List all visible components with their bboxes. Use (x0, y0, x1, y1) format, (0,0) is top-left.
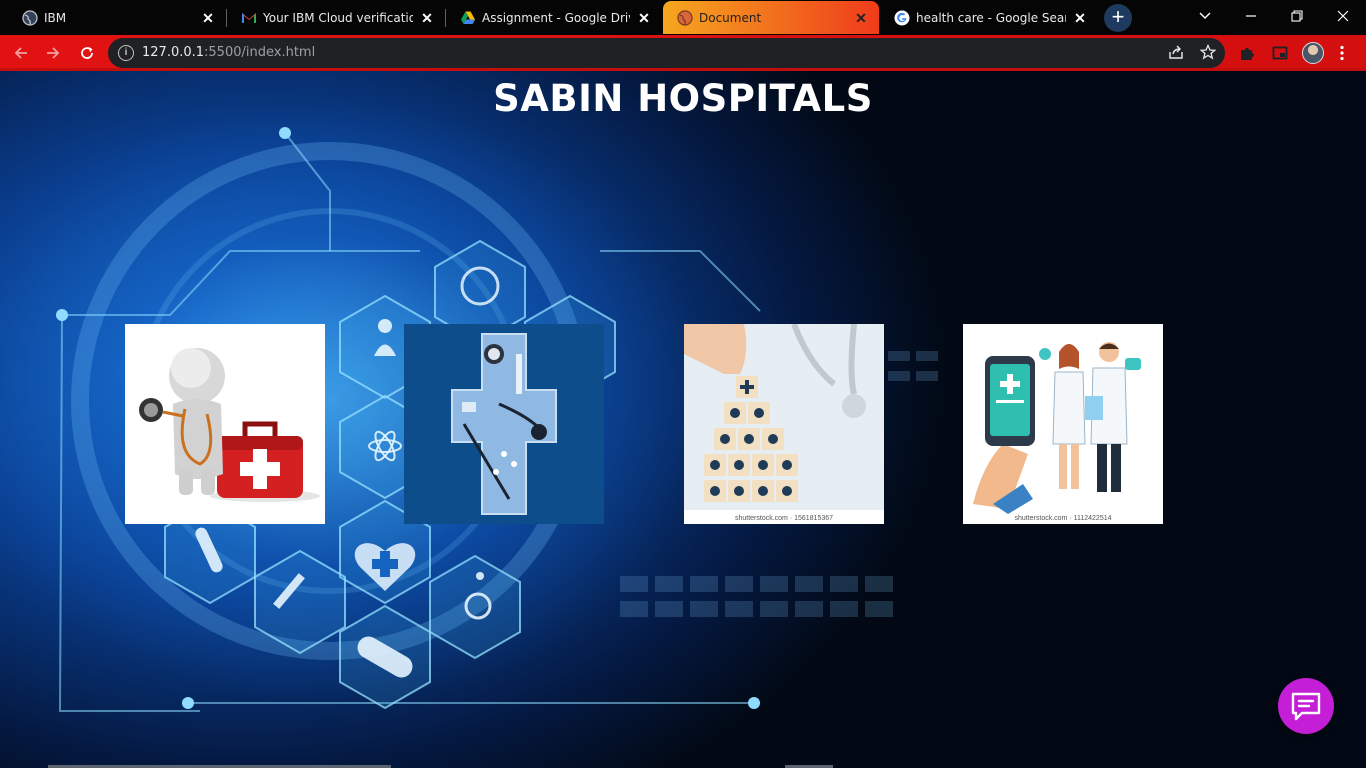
image-caption: shutterstock.com · 1561815367 (735, 515, 833, 522)
tab-google-search[interactable]: health care - Google Search ✕ (880, 1, 1098, 34)
new-tab-button[interactable]: + (1104, 4, 1132, 32)
share-button[interactable] (1167, 44, 1185, 62)
tab-title: IBM (44, 11, 67, 25)
tab-title: Your IBM Cloud verification c (263, 11, 413, 25)
close-tab-icon[interactable]: ✕ (636, 10, 652, 26)
forward-button[interactable] (40, 40, 66, 66)
close-tab-icon[interactable]: ✕ (419, 10, 435, 26)
restore-icon (1291, 10, 1303, 22)
globe-icon (22, 10, 38, 26)
reload-icon (81, 47, 93, 59)
tab-gmail[interactable]: Your IBM Cloud verification c ✕ (227, 1, 446, 34)
profile-avatar[interactable] (1302, 42, 1324, 64)
arrow-right-icon (47, 47, 60, 59)
menu-button[interactable] (1332, 43, 1352, 63)
healthcare-blocks-image: shutterstock.com · 1561815367 (684, 324, 884, 524)
image-card-medical-cross (404, 324, 604, 524)
close-tab-icon[interactable]: ✕ (200, 10, 216, 26)
tab-strip: IBM ✕ Your IBM Cloud verification c ✕ As… (0, 0, 1366, 35)
close-window-button[interactable] (1320, 0, 1366, 32)
chevron-down-icon (1199, 12, 1211, 19)
globe-icon (677, 10, 693, 26)
chat-button[interactable] (1278, 678, 1334, 734)
url-host: 127.0.0.1 (142, 45, 205, 60)
restore-button[interactable] (1274, 0, 1320, 32)
puzzle-icon (1241, 48, 1254, 60)
url-text[interactable]: 127.0.0.1:5500/index.html (142, 45, 315, 60)
minimize-icon (1246, 15, 1256, 17)
medical-cross-image (404, 324, 604, 524)
image-card-mobile-doctors: shutterstock.com · 1112422514 (963, 324, 1163, 524)
image-card-healthcare-blocks: shutterstock.com · 1561815367 (684, 324, 884, 524)
tab-ibm[interactable]: IBM ✕ (8, 1, 227, 34)
mobile-doctors-image: shutterstock.com · 1112422514 (963, 324, 1163, 524)
chat-icon (1291, 692, 1321, 721)
more-vertical-icon (1340, 45, 1344, 61)
page-title: SABIN HOSPITALS (493, 77, 873, 120)
tab-search-button[interactable] (1182, 0, 1228, 32)
close-icon (1337, 10, 1349, 22)
minimize-button[interactable] (1228, 0, 1274, 32)
first-aid-figure-image (125, 324, 325, 524)
share-icon (1169, 45, 1183, 59)
media-button[interactable] (1270, 43, 1290, 63)
extensions-button[interactable] (1237, 43, 1257, 63)
close-tab-icon[interactable]: ✕ (853, 10, 869, 26)
star-icon (1199, 43, 1217, 60)
tab-title: health care - Google Search (916, 11, 1066, 25)
bookmark-button[interactable] (1199, 43, 1217, 62)
tab-title: Document (699, 11, 762, 25)
tab-title: Assignment - Google Drive (482, 11, 630, 25)
info-icon[interactable]: i (118, 45, 134, 61)
back-button[interactable] (8, 40, 34, 66)
reload-button[interactable] (74, 40, 100, 66)
browser-toolbar: i 127.0.0.1:5500/index.html (0, 35, 1366, 71)
image-caption: shutterstock.com · 1112422514 (1014, 515, 1111, 522)
arrow-left-icon (14, 47, 27, 59)
page-viewport: SABIN HOSPITALS shutterstock.com · 15618… (0, 71, 1366, 768)
google-icon (894, 10, 910, 26)
tab-google-drive[interactable]: Assignment - Google Drive ✕ (446, 1, 662, 34)
address-bar[interactable]: i 127.0.0.1:5500/index.html (108, 38, 1225, 68)
tab-document[interactable]: Document ✕ (663, 1, 879, 34)
url-path: :5500/index.html (204, 45, 316, 60)
gmail-icon (242, 13, 256, 23)
close-tab-icon[interactable]: ✕ (1072, 10, 1088, 26)
google-drive-icon (461, 11, 475, 24)
image-card-first-aid (125, 324, 325, 524)
media-icon (1272, 46, 1288, 60)
